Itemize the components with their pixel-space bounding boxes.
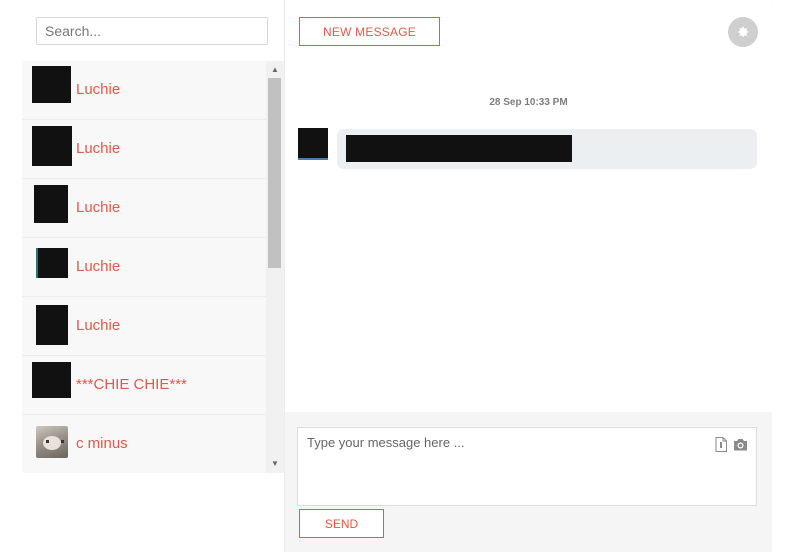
conversation-name: Luchie (76, 258, 121, 275)
gear-icon (738, 26, 749, 38)
send-button[interactable]: SEND (299, 509, 384, 538)
scroll-thumb[interactable] (268, 78, 281, 268)
conversation-name: Luchie (76, 317, 121, 334)
conversation-item[interactable]: Luchie (22, 61, 266, 120)
avatar (32, 126, 72, 166)
settings-button[interactable] (728, 17, 758, 47)
message-timestamp: 28 Sep 10:33 PM (489, 97, 568, 108)
conversation-name: Luchie (76, 140, 121, 157)
search-wrap (36, 17, 268, 45)
message-input[interactable] (298, 428, 698, 505)
conversation-name: ***CHIE CHIE*** (76, 376, 187, 393)
conversation-item[interactable]: c minus (22, 415, 266, 473)
scroll-up-arrow-icon[interactable]: ▲ (266, 63, 284, 77)
redacted-message-text (346, 135, 572, 162)
camera-icon[interactable] (733, 438, 748, 451)
sidebar: Luchie Luchie Luchie Luchie Luchie ***CH… (22, 0, 284, 552)
conversation-list: Luchie Luchie Luchie Luchie Luchie ***CH… (22, 61, 284, 473)
message-bubble (337, 129, 757, 169)
chat-header: NEW MESSAGE (285, 0, 772, 62)
scroll-down-arrow-icon[interactable]: ▼ (266, 457, 284, 471)
conversation-item[interactable]: Luchie (22, 297, 266, 356)
compose-box (297, 427, 757, 506)
avatar (34, 185, 68, 223)
search-input[interactable] (36, 17, 268, 45)
avatar (298, 128, 328, 160)
conversation-name: Luchie (76, 81, 121, 98)
conversation-item[interactable]: Luchie (22, 238, 266, 297)
avatar (36, 305, 68, 345)
conversation-item[interactable]: ***CHIE CHIE*** (22, 356, 266, 415)
file-icon[interactable] (715, 437, 727, 452)
conversation-item[interactable]: Luchie (22, 120, 266, 179)
avatar (36, 426, 68, 458)
avatar (32, 362, 71, 398)
conversation-item[interactable]: Luchie (22, 179, 266, 238)
avatar (36, 248, 68, 278)
new-message-button[interactable]: NEW MESSAGE (299, 17, 440, 46)
message-thread: 28 Sep 10:33 PM (285, 62, 772, 412)
avatar (32, 66, 71, 103)
compose-area: SEND (285, 412, 772, 552)
conversation-name: c minus (76, 435, 128, 452)
conversation-name: Luchie (76, 199, 121, 216)
conversation-scrollbar[interactable]: ▲ ▼ (266, 61, 284, 473)
